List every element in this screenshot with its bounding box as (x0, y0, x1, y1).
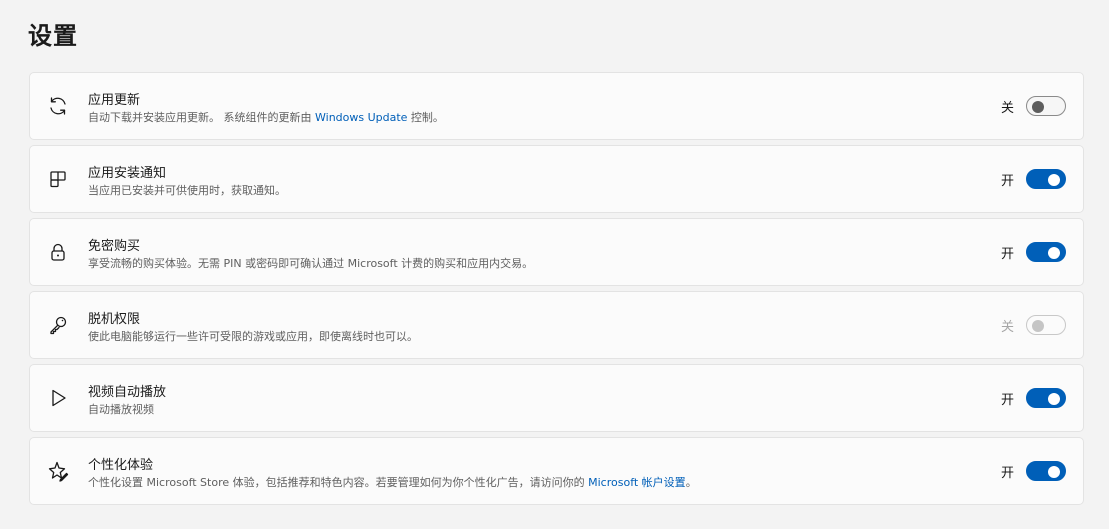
microsoft-account-settings-link[interactable]: Microsoft 帐户设置 (588, 476, 686, 489)
setting-passwordless-purchase: 免密购买 享受流畅的购买体验。无需 PIN 或密码即可确认通过 Microsof… (29, 218, 1084, 286)
refresh-icon (47, 95, 69, 117)
offline-permissions-toggle (1026, 315, 1066, 335)
passwordless-purchase-toggle[interactable] (1026, 242, 1066, 262)
page-title: 设置 (28, 22, 78, 50)
toggle-knob (1032, 101, 1044, 113)
install-notifications-toggle[interactable] (1026, 169, 1066, 189)
toggle-knob (1048, 247, 1060, 259)
toggle-knob (1048, 466, 1060, 478)
setting-title: 免密购买 (88, 239, 141, 254)
setting-video-autoplay: 视频自动播放 自动播放视频 开 (29, 364, 1084, 432)
setting-description: 享受流畅的购买体验。无需 PIN 或密码即可确认通过 Microsoft 计费的… (88, 257, 534, 270)
key-icon (47, 314, 69, 336)
video-autoplay-toggle[interactable] (1026, 388, 1066, 408)
personalized-experience-toggle[interactable] (1026, 461, 1066, 481)
setting-description: 自动播放视频 (88, 403, 154, 416)
setting-install-notifications: 应用安装通知 当应用已安装并可供使用时，获取通知。 开 (29, 145, 1084, 213)
setting-description: 自动下载并安装应用更新。 系统组件的更新由 Windows Update 控制。 (88, 111, 444, 124)
windows-update-link[interactable]: Windows Update (315, 111, 407, 124)
settings-list: 应用更新 自动下载并安装应用更新。 系统组件的更新由 Windows Updat… (29, 72, 1084, 510)
sparkle-edit-icon (47, 460, 69, 482)
toggle-state-label: 开 (1000, 173, 1014, 189)
setting-description: 使此电脑能够运行一些许可受限的游戏或应用，即使离线时也可以。 (88, 330, 418, 343)
tiles-icon (47, 168, 69, 190)
toggle-state-label: 开 (1000, 465, 1014, 481)
toggle-knob (1048, 174, 1060, 186)
toggle-knob (1032, 320, 1044, 332)
toggle-state-label: 开 (1000, 392, 1014, 408)
toggle-state-label: 关 (1000, 100, 1014, 116)
toggle-state-label: 开 (1000, 246, 1014, 262)
setting-offline-permissions: 脱机权限 使此电脑能够运行一些许可受限的游戏或应用，即使离线时也可以。 关 (29, 291, 1084, 359)
app-updates-toggle[interactable] (1026, 96, 1066, 116)
setting-title: 脱机权限 (88, 312, 141, 327)
setting-title: 个性化体验 (88, 458, 154, 473)
play-icon (47, 387, 69, 409)
toggle-state-label: 关 (1000, 319, 1014, 335)
setting-description: 个性化设置 Microsoft Store 体验，包括推荐和特色内容。若要管理如… (88, 476, 697, 489)
setting-description: 当应用已安装并可供使用时，获取通知。 (88, 184, 286, 197)
setting-title: 应用安装通知 (88, 166, 167, 181)
setting-title: 视频自动播放 (88, 385, 167, 400)
lock-icon (47, 241, 69, 263)
setting-personalized-experience: 个性化体验 个性化设置 Microsoft Store 体验，包括推荐和特色内容… (29, 437, 1084, 505)
setting-app-updates: 应用更新 自动下载并安装应用更新。 系统组件的更新由 Windows Updat… (29, 72, 1084, 140)
setting-title: 应用更新 (88, 93, 141, 108)
toggle-knob (1048, 393, 1060, 405)
